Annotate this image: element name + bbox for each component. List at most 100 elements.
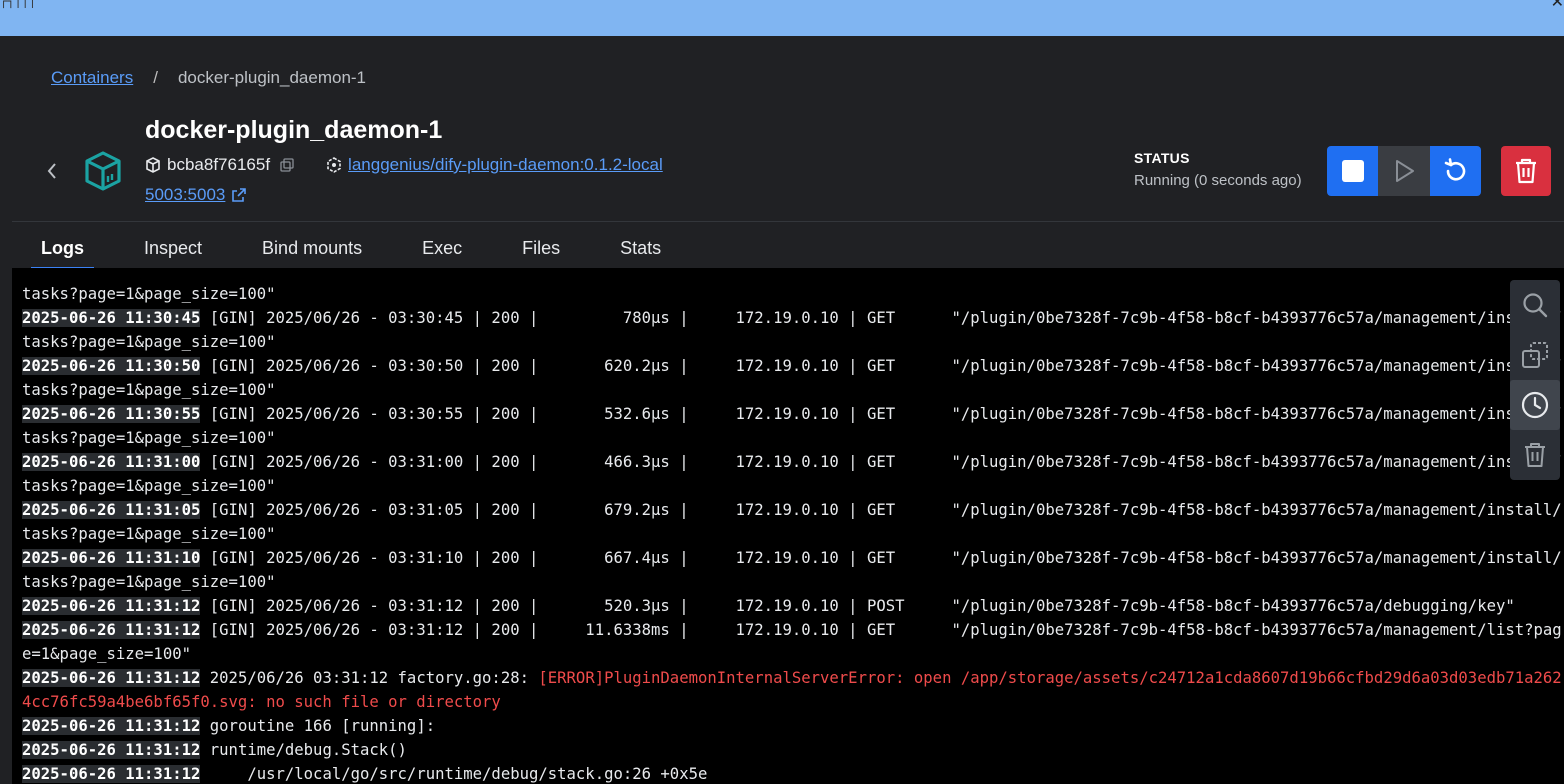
copy-icon[interactable] <box>280 158 294 172</box>
copy-logs-button[interactable] <box>1510 330 1560 380</box>
log-text: 2025/06/26 03:31:12 factory.go:28: <box>200 669 539 687</box>
log-console[interactable]: tasks?page=1&page_size=100" 2025-06-26 11… <box>12 268 1564 784</box>
log-timestamp: 2025-06-26 11:31:12 <box>22 765 201 783</box>
log-line: 4cc76fc59a4be6bf65f0.svg: no such file o… <box>22 690 1502 714</box>
log-error-text: [ERROR]PluginDaemonInternalServerError: … <box>538 669 1562 687</box>
log-text: tasks?page=1&page_size=100" <box>22 429 276 447</box>
log-text: [GIN] 2025/06/26 - 03:30:45 | 200 | 780µ… <box>200 309 1562 327</box>
tab-exec[interactable]: Exec <box>412 238 472 268</box>
clock-icon <box>1521 391 1549 419</box>
restart-button[interactable] <box>1430 146 1481 196</box>
log-line: tasks?page=1&page_size=100" <box>22 570 1502 594</box>
stop-icon <box>1341 160 1364 182</box>
log-timestamp: 2025-06-26 11:30:50 <box>22 357 201 375</box>
log-timestamp: 2025-06-26 11:30:45 <box>22 309 201 327</box>
container-id-icon <box>146 157 160 173</box>
log-lines: tasks?page=1&page_size=100" 2025-06-26 11… <box>22 282 1562 784</box>
log-text: [GIN] 2025/06/26 - 03:31:00 | 200 | 466.… <box>200 453 1562 471</box>
timestamps-toggle-button[interactable] <box>1510 380 1560 430</box>
delete-button[interactable] <box>1501 146 1551 196</box>
search-logs-button[interactable] <box>1510 280 1560 330</box>
trash-icon <box>1525 443 1545 467</box>
log-line: 2025-06-26 11:31:12 [GIN] 2025/06/26 - 0… <box>22 618 1562 642</box>
start-button[interactable] <box>1378 146 1430 196</box>
log-line: tasks?page=1&page_size=100" <box>22 330 1502 354</box>
log-text: [GIN] 2025/06/26 - 03:31:12 | 200 | 11.6… <box>200 621 1562 639</box>
log-text: tasks?page=1&page_size=100" <box>22 573 276 591</box>
log-line: tasks?page=1&page_size=100" <box>22 378 1502 402</box>
tab-bar: Logs Inspect Bind mounts Exec Files Stat… <box>31 238 711 270</box>
log-line: tasks?page=1&page_size=100" <box>22 522 1502 546</box>
tab-stats[interactable]: Stats <box>610 238 671 268</box>
log-line: 2025-06-26 11:31:12 [GIN] 2025/06/26 - 0… <box>22 594 1515 618</box>
log-text: [GIN] 2025/06/26 - 03:30:55 | 200 | 532.… <box>200 405 1562 423</box>
titlebar-glyph-icon: ┌┐│││ <box>0 0 37 8</box>
log-text: e=1&page_size=100" <box>22 645 191 663</box>
copy-icon <box>1522 342 1548 368</box>
status-value: Running (0 seconds ago) <box>1134 172 1302 189</box>
log-timestamp: 2025-06-26 11:30:55 <box>22 405 201 423</box>
container-cube-icon <box>83 150 123 192</box>
log-text: goroutine 166 [running]: <box>200 717 436 735</box>
restart-icon <box>1444 158 1465 181</box>
container-meta: bcba8f76165f langgenius/dify-plugin-daem… <box>145 155 663 175</box>
tab-files[interactable]: Files <box>512 238 570 268</box>
status-label: STATUS <box>1134 150 1190 166</box>
breadcrumb: Containers / docker-plugin_daemon-1 <box>51 68 366 88</box>
log-text: tasks?page=1&page_size=100" <box>22 333 276 351</box>
log-timestamp: 2025-06-26 11:31:05 <box>22 501 201 519</box>
log-timestamp: 2025-06-26 11:31:10 <box>22 549 201 567</box>
stop-button[interactable] <box>1327 146 1378 196</box>
external-link-icon[interactable] <box>231 187 247 203</box>
log-line: 2025-06-26 11:31:12 goroutine 166 [runni… <box>22 714 1502 738</box>
log-text: [GIN] 2025/06/26 - 03:31:10 | 200 | 667.… <box>200 549 1562 567</box>
log-text: tasks?page=1&page_size=100" <box>22 285 276 303</box>
container-name: docker-plugin_daemon-1 <box>145 116 443 144</box>
log-timestamp: 2025-06-26 11:31:12 <box>22 669 201 687</box>
breadcrumb-current: docker-plugin_daemon-1 <box>177 68 367 87</box>
log-line: 2025-06-26 11:31:12 2025/06/26 03:31:12 … <box>22 666 1562 690</box>
log-text: runtime/debug.Stack() <box>200 741 407 759</box>
log-text: [GIN] 2025/06/26 - 03:30:50 | 200 | 620.… <box>200 357 1562 375</box>
play-icon <box>1396 160 1414 182</box>
log-text: tasks?page=1&page_size=100" <box>22 525 276 543</box>
log-error-text: 4cc76fc59a4be6bf65f0.svg: no such file o… <box>22 693 501 711</box>
log-line: 2025-06-26 11:31:12 /usr/local/go/src/ru… <box>22 762 1502 784</box>
ports-row: 5003:5003 <box>145 185 247 205</box>
search-icon <box>1523 293 1548 318</box>
log-line: 2025-06-26 11:31:12 runtime/debug.Stack(… <box>22 738 1502 762</box>
tab-bind-mounts[interactable]: Bind mounts <box>252 238 372 268</box>
close-icon[interactable]: ✕ <box>1551 0 1564 12</box>
log-line: 2025-06-26 11:31:05 [GIN] 2025/06/26 - 0… <box>22 498 1562 522</box>
breadcrumb-containers-link[interactable]: Containers <box>51 68 133 88</box>
port-link[interactable]: 5003:5003 <box>145 185 225 205</box>
log-line: 2025-06-26 11:30:45 [GIN] 2025/06/26 - 0… <box>22 306 1562 330</box>
log-timestamp: 2025-06-26 11:31:12 <box>22 741 201 759</box>
log-line: e=1&page_size=100" <box>22 642 1502 666</box>
image-link[interactable]: langgenius/dify-plugin-daemon:0.1.2-loca… <box>348 155 663 175</box>
log-timestamp: 2025-06-26 11:31:12 <box>22 621 201 639</box>
log-line: 2025-06-26 11:31:10 [GIN] 2025/06/26 - 0… <box>22 546 1562 570</box>
log-text: tasks?page=1&page_size=100" <box>22 477 276 495</box>
log-toolbar <box>1510 280 1560 480</box>
back-chevron-icon[interactable] <box>44 158 60 184</box>
log-line: tasks?page=1&page_size=100" <box>22 474 1502 498</box>
log-text: [GIN] 2025/06/26 - 03:31:05 | 200 | 679.… <box>200 501 1562 519</box>
log-line: 2025-06-26 11:31:00 [GIN] 2025/06/26 - 0… <box>22 450 1562 474</box>
breadcrumb-separator: / <box>153 68 158 87</box>
log-timestamp: 2025-06-26 11:31:12 <box>22 717 201 735</box>
log-text: tasks?page=1&page_size=100" <box>22 381 276 399</box>
trash-icon <box>1516 158 1536 184</box>
tab-inspect[interactable]: Inspect <box>134 238 212 268</box>
log-line: 2025-06-26 11:30:50 [GIN] 2025/06/26 - 0… <box>22 354 1562 378</box>
header-divider <box>12 221 1564 222</box>
log-timestamp: 2025-06-26 11:31:00 <box>22 453 201 471</box>
container-id: bcba8f76165f <box>167 155 271 174</box>
log-text: /usr/local/go/src/runtime/debug/stack.go… <box>200 765 708 783</box>
log-text: [GIN] 2025/06/26 - 03:31:12 | 200 | 520.… <box>200 597 1515 615</box>
log-line: tasks?page=1&page_size=100" <box>22 426 1502 450</box>
image-icon <box>327 157 341 173</box>
log-timestamp: 2025-06-26 11:31:12 <box>22 597 201 615</box>
tab-logs[interactable]: Logs <box>31 238 94 270</box>
clear-logs-button[interactable] <box>1510 430 1560 480</box>
